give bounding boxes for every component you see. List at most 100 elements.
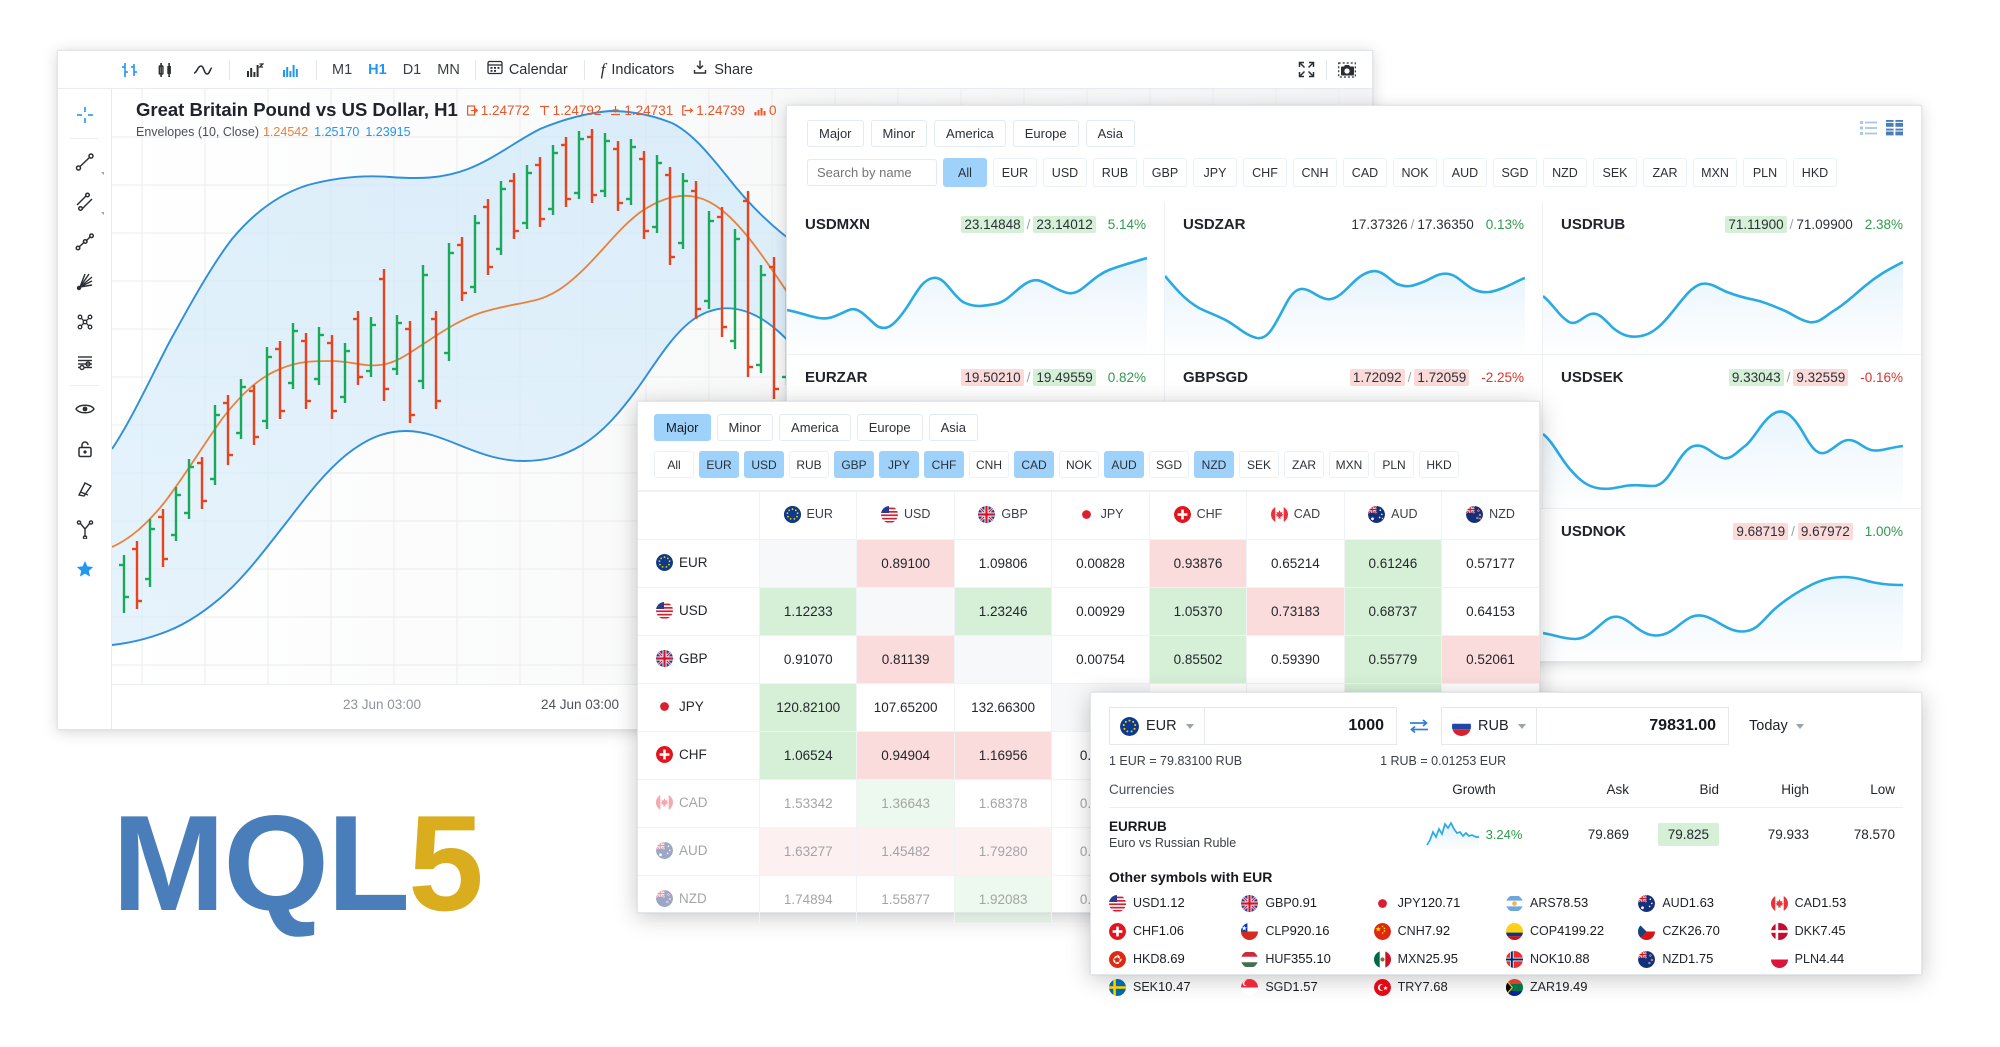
rate-cell[interactable]: 1.05370 bbox=[1149, 588, 1246, 636]
quotes-filter-usd[interactable]: USD bbox=[1043, 158, 1087, 187]
quotes-tab-minor[interactable]: Minor bbox=[871, 120, 928, 147]
rate-cell[interactable]: 0.89100 bbox=[857, 540, 954, 588]
rate-cell[interactable]: 0.91070 bbox=[760, 636, 857, 684]
cross-filter-all[interactable]: All bbox=[654, 451, 694, 478]
cross-tab-minor[interactable]: Minor bbox=[717, 414, 774, 441]
eye-icon[interactable] bbox=[58, 389, 111, 429]
rate-cell[interactable]: 0.64153 bbox=[1442, 588, 1539, 636]
list-view-icon[interactable] bbox=[1860, 121, 1877, 140]
cross-filter-pln[interactable]: PLN bbox=[1374, 451, 1414, 478]
rate-cell[interactable]: 0.65214 bbox=[1247, 540, 1344, 588]
rate-cell[interactable]: 1.92083 bbox=[954, 876, 1051, 924]
rate-cell[interactable]: 1.63277 bbox=[760, 828, 857, 876]
cross-filter-zar[interactable]: ZAR bbox=[1284, 451, 1324, 478]
other-symbol-item[interactable]: NOK10.88 bbox=[1506, 950, 1638, 968]
rate-cell[interactable]: 1.06524 bbox=[760, 732, 857, 780]
bar-chart-icon[interactable] bbox=[112, 51, 148, 89]
histogram-icon[interactable] bbox=[273, 51, 309, 89]
rate-cell[interactable]: 0.94904 bbox=[857, 732, 954, 780]
period-select[interactable]: Today bbox=[1749, 718, 1804, 734]
cross-filter-nzd[interactable]: NZD bbox=[1194, 451, 1234, 478]
other-symbol-item[interactable]: NZD1.75 bbox=[1638, 950, 1770, 968]
quote-card[interactable]: USDMXN 23.14848/23.140125.14% bbox=[787, 202, 1165, 355]
indicators-button[interactable]: f Indicators bbox=[592, 51, 684, 89]
cross-tab-america[interactable]: America bbox=[779, 414, 851, 441]
elliott-icon[interactable] bbox=[58, 302, 111, 342]
quotes-filter-cad[interactable]: CAD bbox=[1343, 158, 1387, 187]
other-symbol-item[interactable]: TRY7.68 bbox=[1374, 978, 1506, 996]
cross-filter-hkd[interactable]: HKD bbox=[1419, 451, 1459, 478]
other-symbol-item[interactable]: CZK26.70 bbox=[1638, 922, 1770, 940]
rate-cell[interactable]: 0.00828 bbox=[1052, 540, 1149, 588]
rate-cell[interactable]: 1.16956 bbox=[954, 732, 1051, 780]
fan-icon[interactable] bbox=[58, 262, 111, 302]
rate-cell[interactable]: 1.53342 bbox=[760, 780, 857, 828]
rate-cell[interactable]: 0.55779 bbox=[1344, 636, 1441, 684]
other-symbol-item[interactable]: COP4199.22 bbox=[1506, 922, 1638, 940]
table-row[interactable]: USD1.122331.232460.009291.053700.731830.… bbox=[638, 588, 1539, 636]
quote-card[interactable]: USDZAR 17.37326/17.363500.13% bbox=[1165, 202, 1543, 355]
rate-cell[interactable]: 120.82100 bbox=[760, 684, 857, 732]
cross-filter-rub[interactable]: RUB bbox=[789, 451, 829, 478]
other-symbol-item[interactable]: CAD1.53 bbox=[1771, 894, 1903, 912]
quotes-filter-chf[interactable]: CHF bbox=[1243, 158, 1287, 187]
quotes-filter-rub[interactable]: RUB bbox=[1093, 158, 1137, 187]
rate-cell[interactable]: 0.73183 bbox=[1247, 588, 1344, 636]
rate-cell[interactable]: 107.65200 bbox=[857, 684, 954, 732]
rate-cell[interactable]: 0.57177 bbox=[1442, 540, 1539, 588]
rate-cell[interactable]: 1.12233 bbox=[760, 588, 857, 636]
other-symbol-item[interactable]: PLN4.44 bbox=[1771, 950, 1903, 968]
other-symbol-item[interactable]: MXN25.95 bbox=[1374, 950, 1506, 968]
converter-symbol-row[interactable]: EURRUB Euro vs Russian Ruble 3.24% 79.86… bbox=[1109, 808, 1903, 859]
other-symbol-item[interactable]: GBP0.91 bbox=[1241, 894, 1373, 912]
other-symbol-item[interactable]: HKD8.69 bbox=[1109, 950, 1241, 968]
rate-cell[interactable]: 0.52061 bbox=[1442, 636, 1539, 684]
fullscreen-icon[interactable] bbox=[1289, 51, 1324, 89]
fork-icon[interactable] bbox=[58, 509, 111, 549]
cross-filter-jpy[interactable]: JPY bbox=[879, 451, 919, 478]
cross-filter-sgd[interactable]: SGD bbox=[1149, 451, 1189, 478]
rate-cell[interactable] bbox=[760, 540, 857, 588]
quotes-filter-sgd[interactable]: SGD bbox=[1493, 158, 1537, 187]
timeframe-h1[interactable]: H1 bbox=[360, 62, 395, 78]
quotes-filter-sek[interactable]: SEK bbox=[1593, 158, 1637, 187]
rate-cell[interactable]: 1.36643 bbox=[857, 780, 954, 828]
grid-view-icon[interactable] bbox=[1886, 120, 1903, 141]
cross-filter-gbp[interactable]: GBP bbox=[834, 451, 874, 478]
share-button[interactable]: Share bbox=[683, 51, 762, 89]
rate-cell[interactable]: 1.45482 bbox=[857, 828, 954, 876]
quotes-filter-zar[interactable]: ZAR bbox=[1643, 158, 1687, 187]
quote-card[interactable]: USDSEK 9.33043/9.32559-0.16% bbox=[1543, 355, 1921, 508]
star-icon[interactable] bbox=[58, 549, 111, 589]
other-symbol-item[interactable]: USD1.12 bbox=[1109, 894, 1241, 912]
trendline-icon[interactable] bbox=[58, 142, 111, 182]
candlestick-icon[interactable] bbox=[148, 51, 184, 89]
quotes-tab-major[interactable]: Major bbox=[807, 120, 864, 147]
quotes-filter-gbp[interactable]: GBP bbox=[1143, 158, 1187, 187]
rate-cell[interactable]: 1.74894 bbox=[760, 876, 857, 924]
camera-icon[interactable] bbox=[1329, 51, 1372, 89]
other-symbol-item[interactable]: CNH7.92 bbox=[1374, 922, 1506, 940]
rate-cell[interactable]: 0.00929 bbox=[1052, 588, 1149, 636]
eraser-icon[interactable] bbox=[58, 469, 111, 509]
rate-cell[interactable]: 1.68378 bbox=[954, 780, 1051, 828]
levels-icon[interactable] bbox=[58, 342, 111, 382]
cross-filter-eur[interactable]: EUR bbox=[699, 451, 739, 478]
table-row[interactable]: EUR0.891001.098060.008280.938760.652140.… bbox=[638, 540, 1539, 588]
rate-cell[interactable]: 0.68737 bbox=[1344, 588, 1441, 636]
quotes-filter-cnh[interactable]: CNH bbox=[1293, 158, 1337, 187]
rate-cell[interactable]: 0.59390 bbox=[1247, 636, 1344, 684]
search-input[interactable] bbox=[807, 159, 937, 186]
other-symbol-item[interactable]: CLP920.16 bbox=[1241, 922, 1373, 940]
cross-filter-usd[interactable]: USD bbox=[744, 451, 784, 478]
cross-tab-europe[interactable]: Europe bbox=[857, 414, 923, 441]
cross-filter-mxn[interactable]: MXN bbox=[1329, 451, 1369, 478]
quotes-tab-america[interactable]: America bbox=[934, 120, 1006, 147]
rate-cell[interactable]: 0.85502 bbox=[1149, 636, 1246, 684]
rate-cell[interactable]: 0.81139 bbox=[857, 636, 954, 684]
timeframe-d1[interactable]: D1 bbox=[395, 62, 430, 78]
quotes-filter-pln[interactable]: PLN bbox=[1743, 158, 1787, 187]
rate-cell[interactable] bbox=[954, 636, 1051, 684]
to-amount-value[interactable]: 79831.00 bbox=[1537, 707, 1729, 745]
other-symbol-item[interactable]: HUF355.10 bbox=[1241, 950, 1373, 968]
